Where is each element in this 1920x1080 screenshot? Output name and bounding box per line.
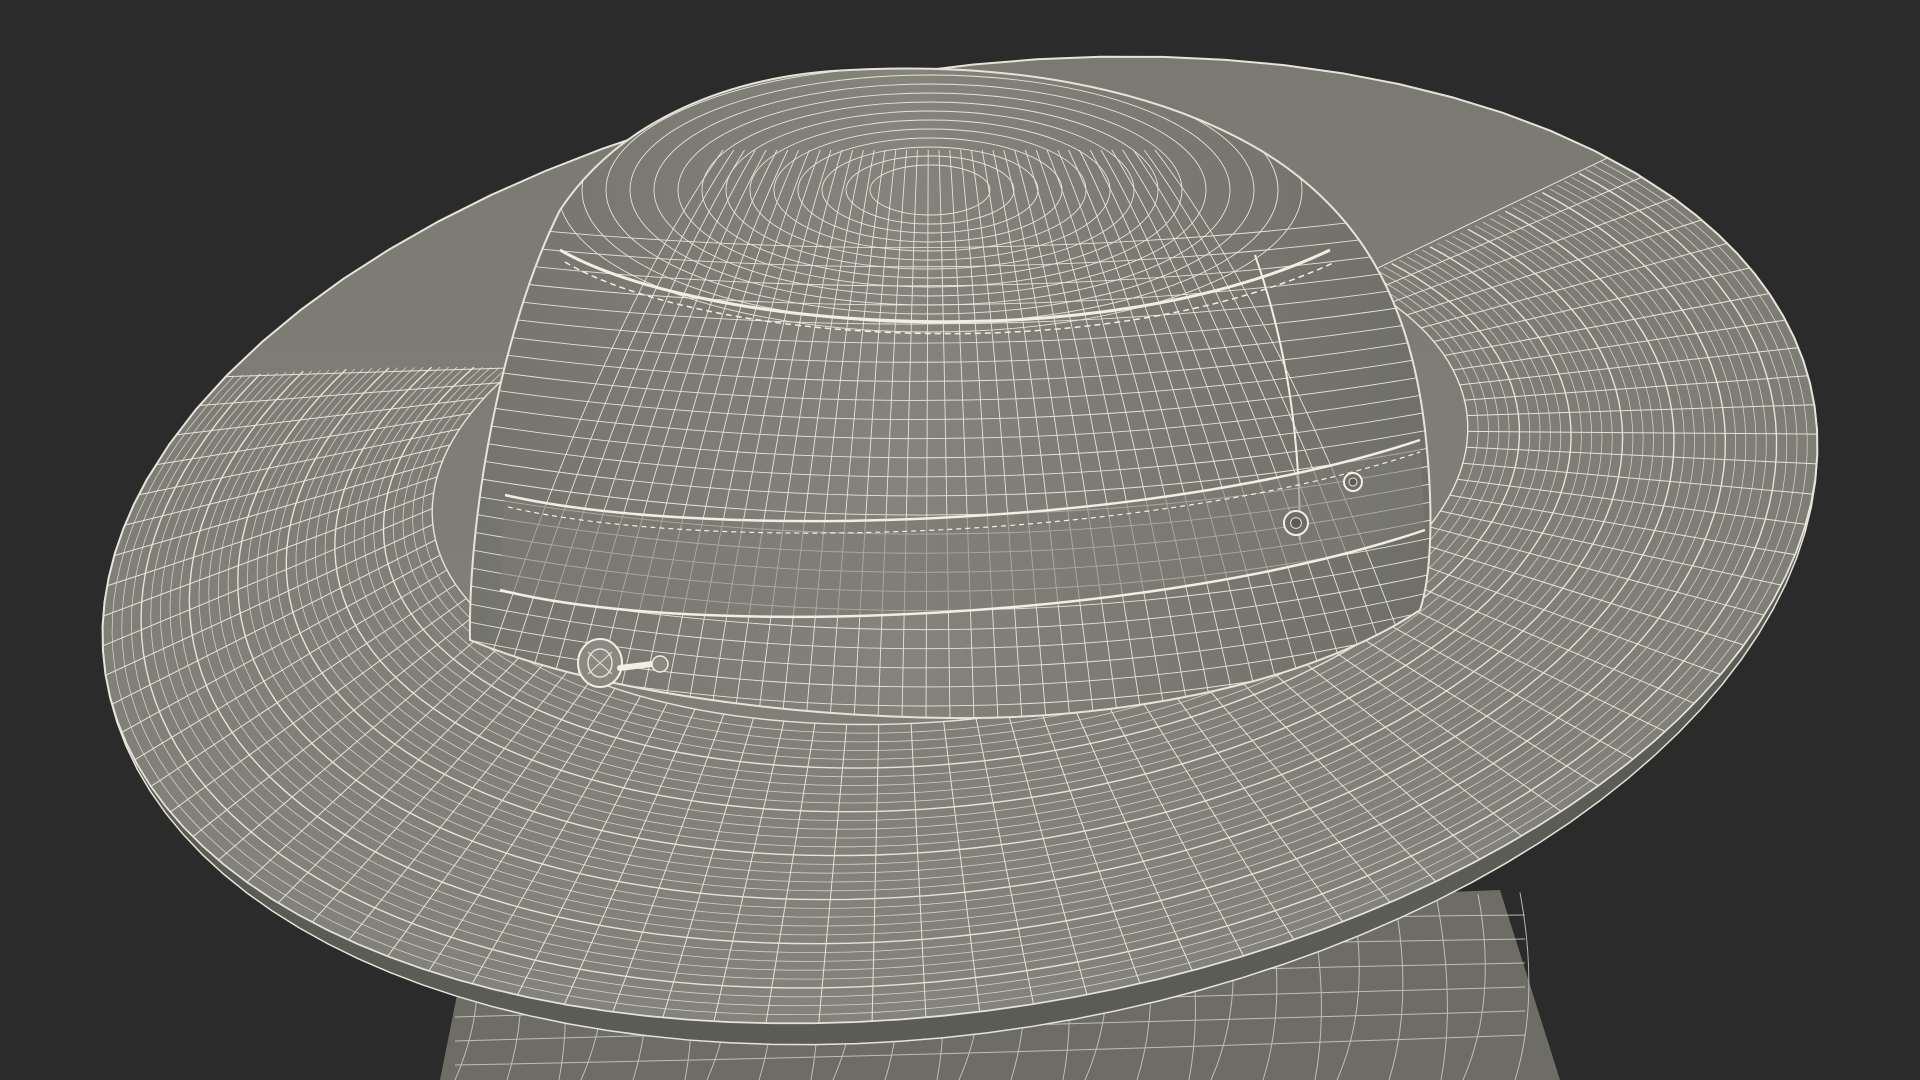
- toggle-cord-end: [651, 655, 669, 673]
- grommet-hole: [1290, 517, 1302, 529]
- toggle-cord: [617, 661, 655, 671]
- grommet-hole: [1348, 477, 1358, 487]
- wireframe-hat-render: [101, 55, 1819, 1080]
- render-viewport: [0, 0, 1920, 1080]
